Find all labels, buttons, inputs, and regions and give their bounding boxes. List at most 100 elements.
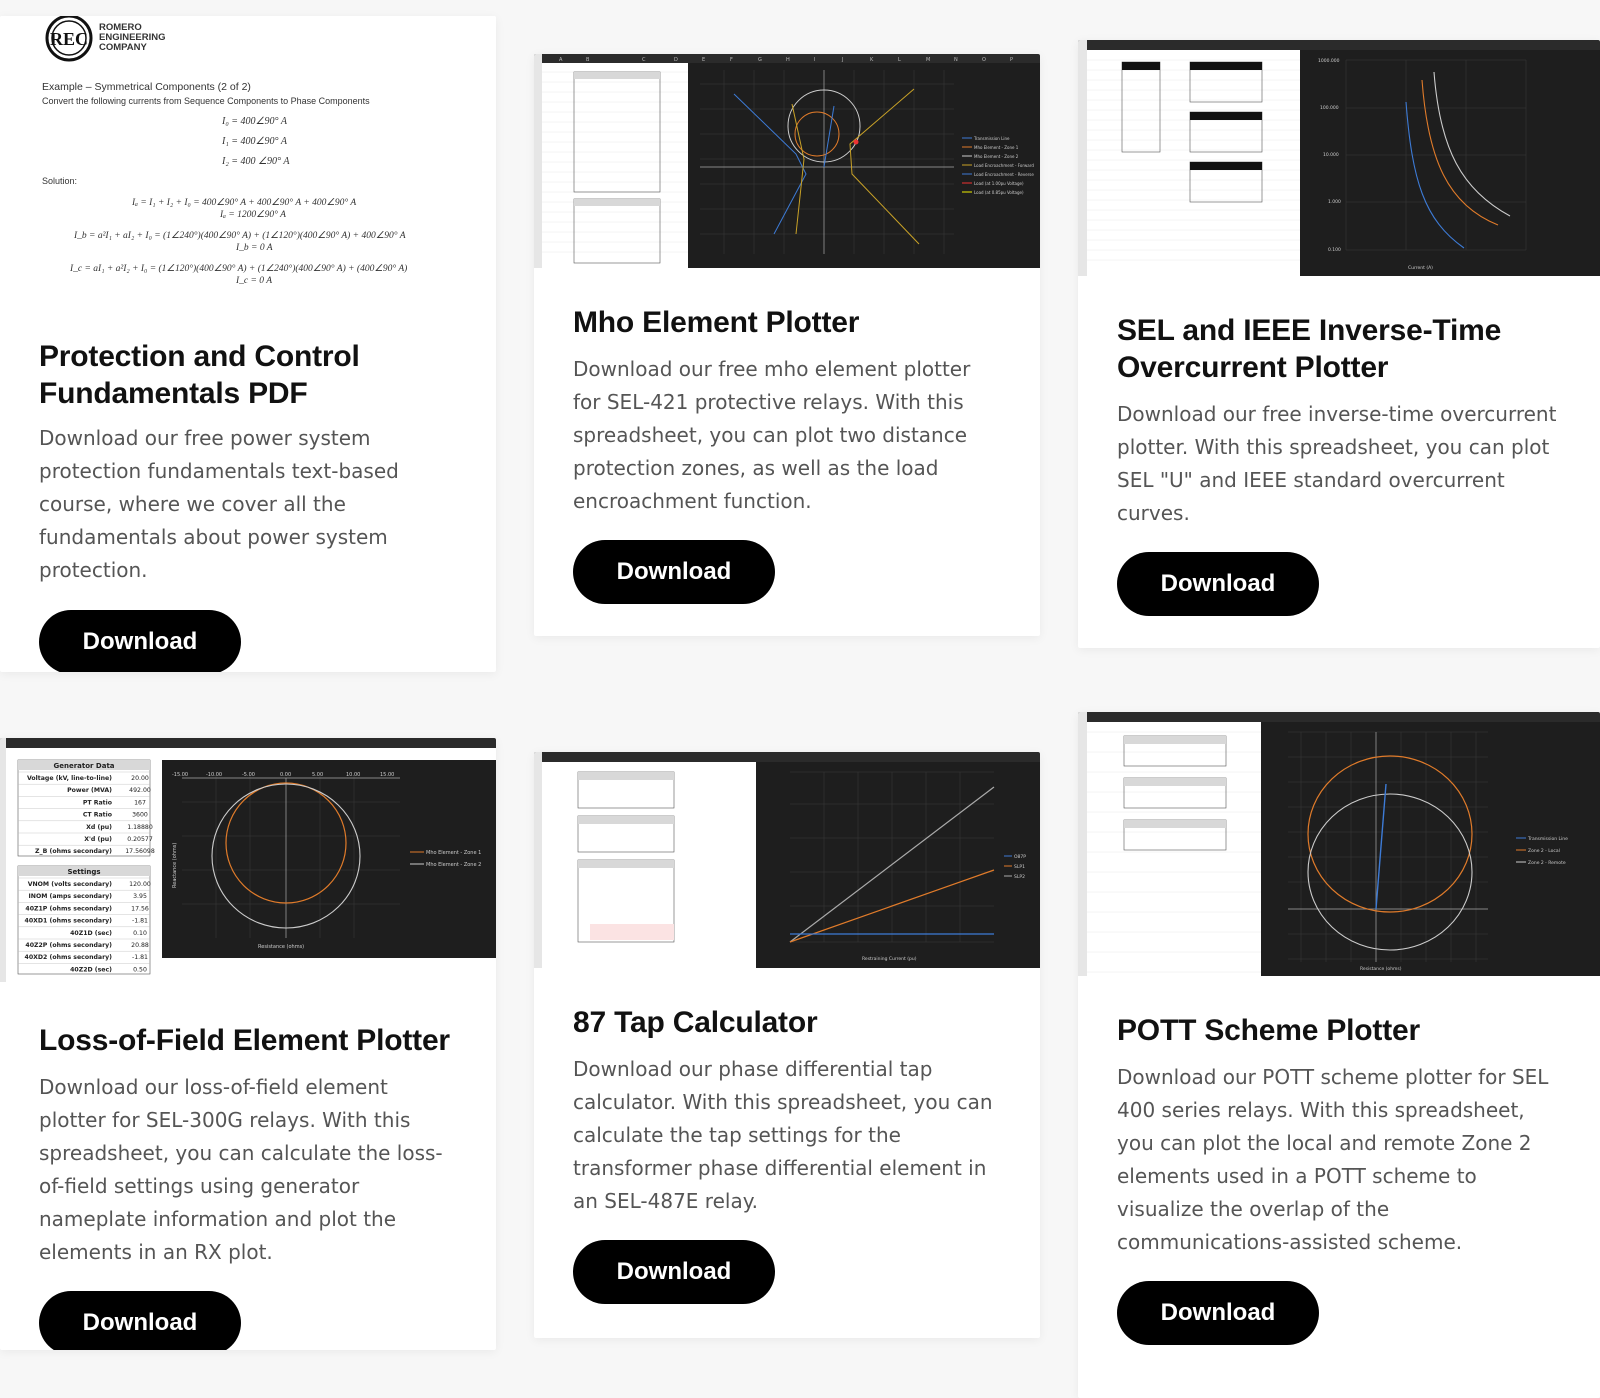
company-name-line: COMPANY	[99, 42, 148, 53]
svg-text:J: J	[841, 57, 843, 63]
svg-text:N: N	[954, 57, 958, 63]
svg-text:-5.00: -5.00	[242, 772, 255, 778]
svg-text:D: D	[674, 57, 678, 63]
equation: I₁ = 400∠90° A	[221, 136, 288, 147]
table-label-cell: INOM (amps secondary)	[29, 893, 113, 900]
table-label-cell: Z_B (ohms secondary)	[35, 848, 112, 855]
equation: I_c = aI₁ + a²I₂ + I₀ = (1∠120°)(400∠90°…	[69, 263, 407, 274]
card-description: Download our loss-of-field element plott…	[39, 1075, 443, 1264]
table-label-cell: Power (MVA)	[67, 787, 112, 794]
equation: I_c = 0 A	[235, 276, 272, 286]
table-label-cell: PT Ratio	[83, 799, 112, 806]
svg-text:Resistance (ohms): Resistance (ohms)	[1360, 966, 1402, 972]
card-description: Download our POTT scheme plotter for SEL…	[1117, 1065, 1549, 1254]
equation: Iₐ = 1200∠90° A	[219, 209, 286, 220]
equation: I₀ = 400∠90° A	[221, 116, 288, 127]
svg-text:O87P: O87P	[1014, 854, 1026, 860]
table-value-cell: 17.56	[131, 905, 149, 912]
svg-text:1.000: 1.000	[1328, 199, 1341, 205]
equation: I₂ = 400 ∠90° A	[221, 156, 290, 167]
card-thumbnail: ABCDEFGHIJKLMNOP Transmission Line Mho E…	[534, 54, 1040, 268]
spreadsheet-preview-image: ABCDEFGHIJKLMNOP Transmission Line Mho E…	[534, 54, 1040, 268]
table-value-cell: -1.81	[132, 954, 148, 961]
doc-heading: Example – Symmetrical Components (2 of 2…	[42, 81, 251, 93]
table-value-cell: 167	[134, 799, 146, 806]
card-inverse-time-overcurrent-plotter: 1000.000 100.000 10.000 1.000 0.100 Current …	[1078, 40, 1600, 648]
equation: I_b = a²I₁ + aI₂ + I₀ = (1∠240°)(400∠90°…	[73, 230, 406, 241]
download-button[interactable]: Download	[39, 1291, 241, 1350]
table-value-cell: 20.88	[131, 942, 149, 949]
card-title: Loss-of-Field Element Plotter	[39, 1024, 450, 1057]
svg-text:M: M	[926, 57, 930, 63]
table-title: Generator Data	[53, 762, 114, 770]
table-value-cell: 17.56098	[125, 848, 155, 855]
x-axis-label: Resistance (ohms)	[258, 944, 304, 950]
svg-text:10.000: 10.000	[1323, 152, 1339, 158]
table-value-cell: 1.18880	[127, 824, 153, 831]
svg-text:Load Encroachment - Reverse: Load Encroachment - Reverse	[974, 172, 1034, 177]
svg-text:Restraining Current (pu): Restraining Current (pu)	[862, 956, 917, 962]
card-description: Download our free mho element plotter fo…	[573, 357, 971, 513]
card-protection-fundamentals: REC ROMERO ENGINEERING COMPANY Example –…	[0, 16, 496, 672]
svg-text:Zone 2 - Local: Zone 2 - Local	[1528, 848, 1560, 854]
svg-text:Mho Element - Zone 1: Mho Element - Zone 1	[974, 145, 1019, 150]
table-label-cell: 40Z2P (ohms secondary)	[25, 942, 112, 949]
svg-text:G: G	[758, 57, 762, 63]
card-title: Protection and Control Fundamentals PDF	[39, 340, 360, 410]
card-thumbnail: Transmission Line Zone 2 - Local Zone 2 …	[1078, 712, 1600, 976]
card-thumbnail: REC ROMERO ENGINEERING COMPANY Example –…	[0, 16, 496, 316]
svg-text:1000.000: 1000.000	[1318, 58, 1340, 64]
table-value-cell: 20.00	[131, 775, 149, 782]
svg-text:0.00: 0.00	[280, 772, 291, 778]
table-value-cell: -1.81	[132, 918, 148, 925]
download-button[interactable]: Download	[1117, 1281, 1319, 1345]
svg-text:Load Encroachment - Forward: Load Encroachment - Forward	[974, 163, 1034, 168]
card-87-tap-calculator: O87P SLP1 SLP2 Restraining Current (pu) …	[534, 752, 1040, 1338]
svg-text:B: B	[586, 57, 590, 63]
pdf-preview-image: REC ROMERO ENGINEERING COMPANY Example –…	[0, 16, 496, 316]
svg-text:F: F	[730, 57, 733, 63]
download-button[interactable]: Download	[1117, 552, 1319, 616]
svg-text:Mho Element - Zone 2: Mho Element - Zone 2	[974, 154, 1019, 159]
table-label-cell: VNOM (volts secondary)	[28, 881, 112, 888]
svg-text:P: P	[1010, 57, 1013, 63]
card-mho-element-plotter: ABCDEFGHIJKLMNOP Transmission Line Mho E…	[534, 54, 1040, 636]
download-button[interactable]: Download	[573, 540, 775, 604]
download-button[interactable]: Download	[39, 610, 241, 672]
svg-text:A: A	[559, 57, 563, 63]
card-title: 87 Tap Calculator	[573, 1006, 818, 1039]
table-title: Settings	[67, 868, 100, 876]
svg-text:SLP2: SLP2	[1014, 874, 1025, 880]
legend-entry: Mho Element - Zone 2	[426, 862, 481, 868]
card-title: POTT Scheme Plotter	[1117, 1014, 1420, 1047]
card-loss-of-field-plotter: Generator Data Voltage (kV, line-to-line…	[0, 738, 496, 1350]
svg-text:Load (at 1.00pu Voltage): Load (at 1.00pu Voltage)	[974, 181, 1024, 186]
svg-text:I: I	[814, 57, 815, 63]
table-label-cell: Xd (pu)	[86, 824, 112, 831]
spreadsheet-preview-image: Transmission Line Zone 2 - Local Zone 2 …	[1078, 712, 1600, 976]
table-value-cell: 0.50	[133, 966, 147, 973]
svg-text:-10.00: -10.00	[206, 772, 222, 778]
y-axis-label: Reactance (ohms)	[172, 843, 178, 888]
card-thumbnail: O87P SLP1 SLP2 Restraining Current (pu)	[534, 752, 1040, 968]
card-title: Mho Element Plotter	[573, 306, 860, 339]
svg-text:Zone 2 - Remote: Zone 2 - Remote	[1528, 860, 1566, 866]
table-value-cell: 0.10	[133, 930, 147, 937]
table-label-cell: X'd (pu)	[84, 836, 112, 843]
table-value-cell: 3600	[132, 812, 148, 819]
doc-subheading: Convert the following currents from Sequ…	[42, 96, 370, 106]
table-value-cell: 120.00	[129, 881, 151, 888]
equation: Iₐ = I₁ + I₂ + I₀ = 400∠90° A + 400∠90° …	[131, 197, 356, 208]
svg-text:10.00: 10.00	[346, 772, 360, 778]
svg-text:SLP1: SLP1	[1014, 864, 1025, 870]
table-label-cell: Voltage (kV, line-to-line)	[27, 775, 112, 782]
table-value-cell: 0.20577	[127, 836, 153, 843]
svg-text:H: H	[786, 57, 790, 63]
table-label-cell: 40XD1 (ohms secondary)	[25, 918, 113, 925]
download-button[interactable]: Download	[573, 1240, 775, 1304]
svg-text:Transmission Line: Transmission Line	[973, 136, 1010, 141]
table-label-cell: CT Ratio	[83, 812, 112, 819]
svg-text:0.100: 0.100	[1328, 247, 1341, 253]
table-label-cell: 40XD2 (ohms secondary)	[25, 954, 113, 961]
svg-text:E: E	[702, 57, 705, 63]
